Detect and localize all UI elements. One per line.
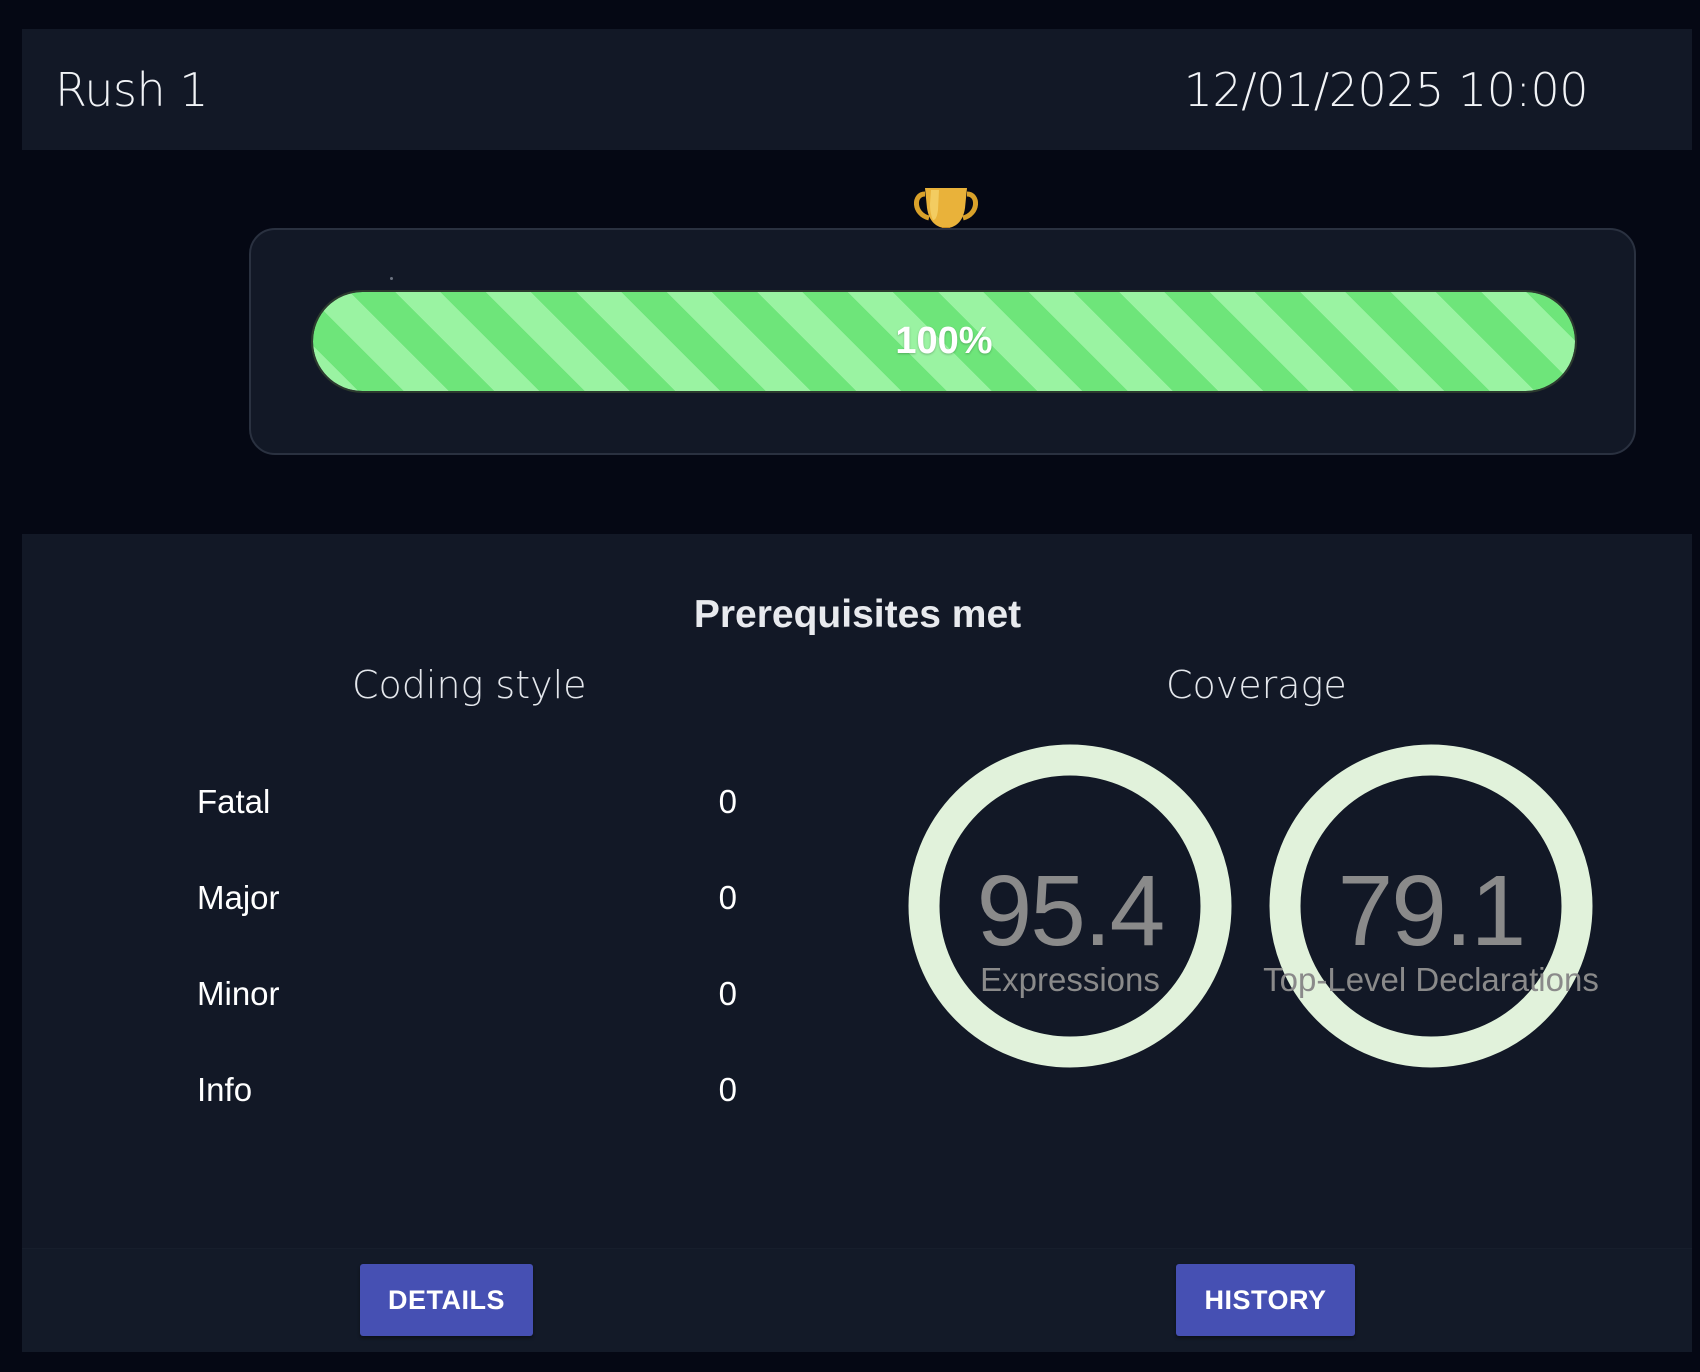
gauge-value: 79.1: [1337, 855, 1527, 967]
page-title: Rush 1: [55, 62, 209, 117]
coding-style-row-info: Info 0: [197, 1065, 737, 1115]
severity-count: 0: [718, 1071, 737, 1108]
progress-bar: 100%: [311, 290, 1577, 393]
history-button[interactable]: HISTORY: [1176, 1264, 1355, 1336]
coverage-title: Coverage: [1166, 663, 1347, 707]
progress-marker: [390, 277, 393, 280]
gauge-caption: Top-Level Declarations: [1263, 961, 1599, 998]
coding-style-title: Coding style: [352, 663, 587, 707]
gauge-value: 95.4: [976, 855, 1166, 967]
coding-style-row-fatal: Fatal 0: [197, 777, 737, 827]
results-card-footer: [22, 1248, 1692, 1352]
header-bar: Rush 1 12/01/2025 10:00: [22, 29, 1692, 150]
severity-count: 0: [718, 879, 737, 916]
severity-label: Major: [197, 879, 280, 916]
coding-style-row-minor: Minor 0: [197, 969, 737, 1019]
coverage-gauge-expressions: 95.4 Expressions: [905, 741, 1235, 1071]
severity-label: Minor: [197, 975, 280, 1012]
date-time: 12/01/2025 10:00: [1183, 62, 1589, 117]
severity-label: Info: [197, 1071, 253, 1108]
coverage-gauge-top-level-declarations: 79.1 Top-Level Declarations: [1263, 741, 1599, 1071]
details-button[interactable]: DETAILS: [360, 1264, 533, 1336]
gauge-caption: Expressions: [980, 961, 1160, 998]
progress-percent: 100%: [895, 320, 993, 362]
status-title: Prerequisites met: [693, 593, 1022, 636]
severity-count: 0: [718, 783, 737, 820]
severity-count: 0: [718, 975, 737, 1012]
coding-style-row-major: Major 0: [197, 873, 737, 923]
severity-label: Fatal: [197, 783, 271, 820]
